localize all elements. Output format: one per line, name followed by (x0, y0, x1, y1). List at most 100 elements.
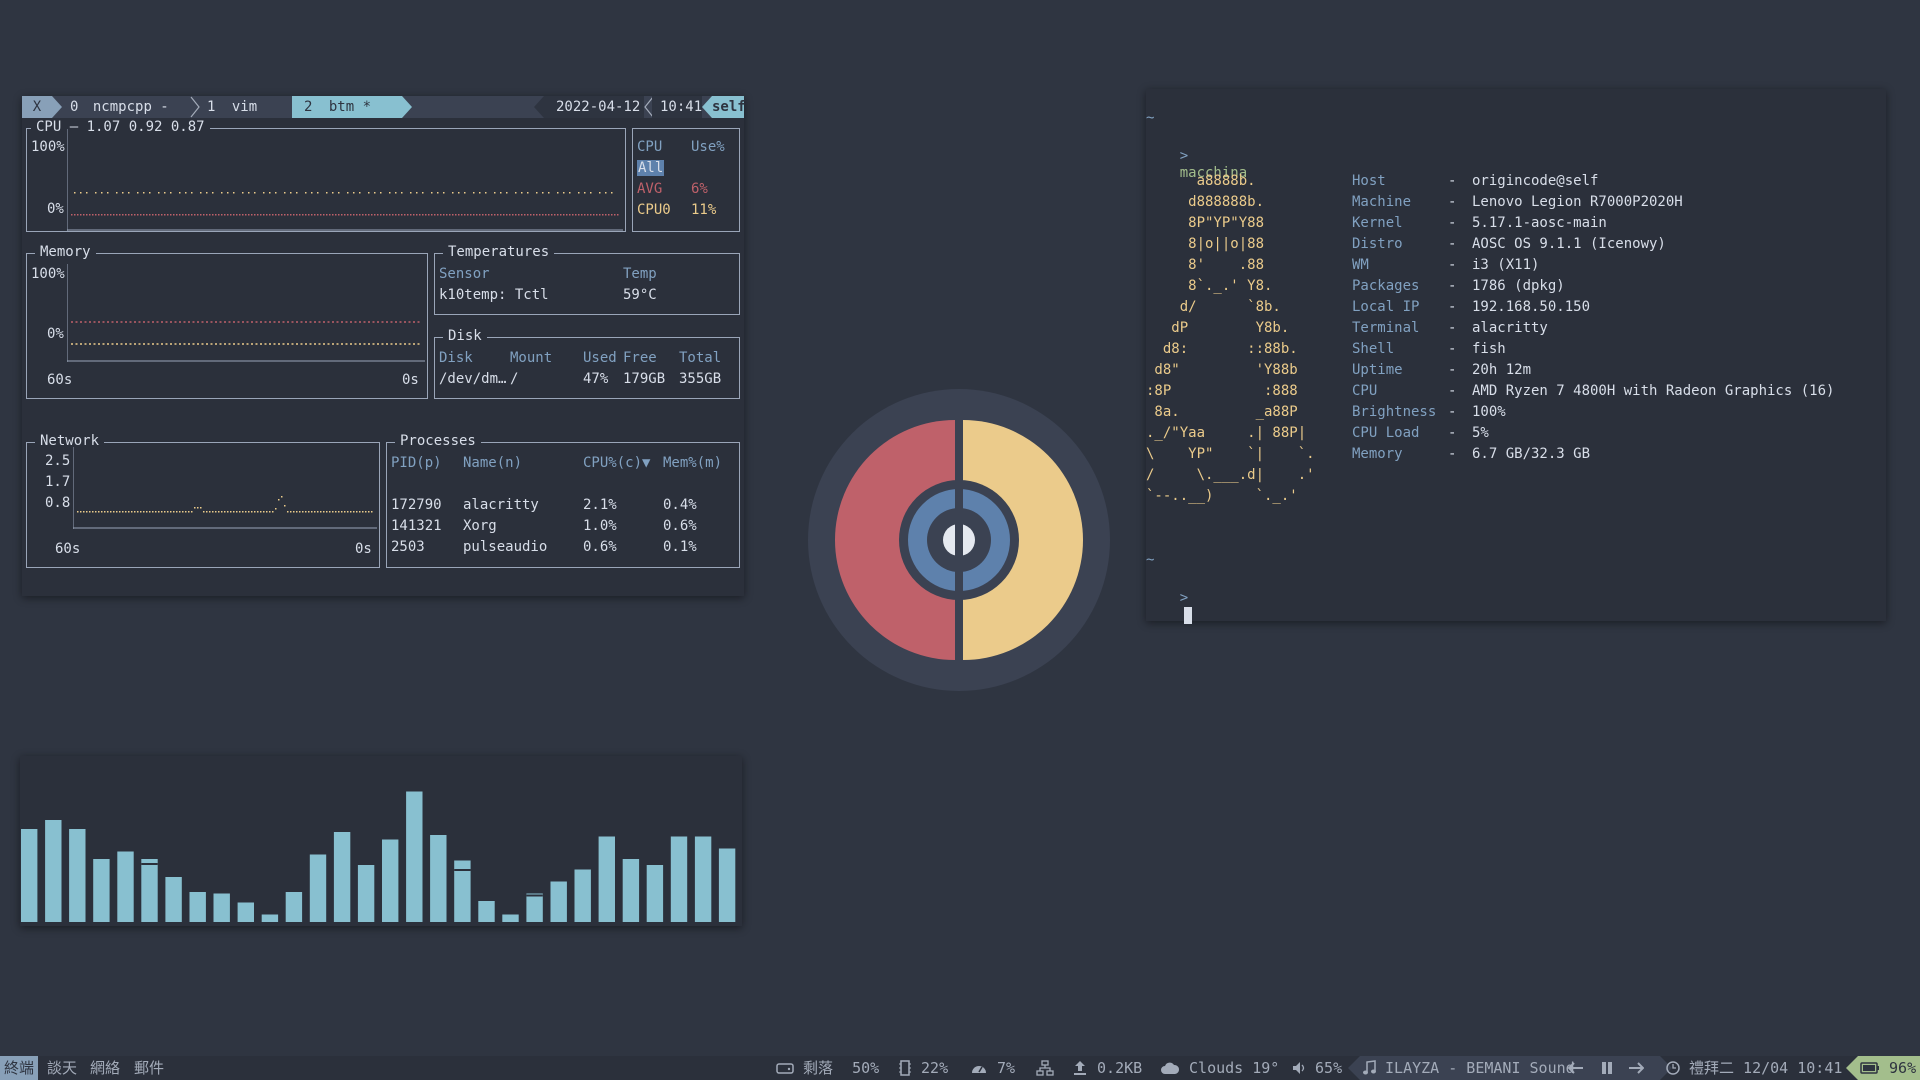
network-dot (179, 511, 181, 513)
cpu-core-dot (569, 192, 571, 194)
next-track-button[interactable] (1628, 1056, 1645, 1080)
network-dot (287, 511, 289, 513)
cpu-avg-dot (449, 214, 451, 216)
cpu-core-dot (206, 192, 208, 194)
volume-icon (1293, 1062, 1305, 1074)
info-separator: - (1448, 446, 1457, 462)
cpu-avg-dot (536, 214, 538, 216)
network-dot (137, 511, 139, 513)
pause-button[interactable] (1600, 1056, 1614, 1080)
network-dot (290, 511, 292, 513)
network-dot (284, 505, 286, 507)
volume-status-value: 65% (1315, 1059, 1343, 1077)
temp-sensor-name: k10temp: Tctl (439, 287, 549, 303)
info-separator: - (1448, 299, 1457, 315)
cpu-y-top-label: 100% (31, 139, 65, 155)
cpu-avg-dot (233, 214, 235, 216)
separator-arrow-icon (1846, 1056, 1858, 1080)
tmux-close-button[interactable]: X (22, 96, 52, 118)
cpu-avg-dot (524, 214, 526, 216)
process-name[interactable]: pulseaudio (463, 539, 547, 555)
cpu-legend-avg[interactable]: AVG (637, 181, 662, 197)
process-header-mem[interactable]: Mem%(m) (663, 455, 722, 471)
clock-value: 禮拜二 12/04 10:41 (1689, 1059, 1843, 1077)
cpu-avg-dot (143, 214, 145, 216)
process-cpu: 2.1% (583, 497, 617, 513)
process-header-pid[interactable]: PID(p) (391, 455, 442, 471)
temp-sensor-value: 59°C (623, 287, 657, 303)
spectrum-bar (285, 892, 303, 922)
workspace-button[interactable]: 談天 (47, 1056, 77, 1080)
audio-visualizer-window[interactable] (20, 756, 742, 926)
processes-panel[interactable]: Processes PID(p) Name(n) CPU%(c)▼ Mem%(m… (386, 433, 740, 568)
previous-track-button[interactable] (1567, 1056, 1584, 1080)
terminal-input-line[interactable]: > (1146, 573, 1192, 641)
cpu-avg-dot (518, 214, 520, 216)
cpu-core-dot (578, 192, 580, 194)
cpu-avg-dot (140, 214, 142, 216)
network-dot (233, 511, 235, 513)
cpu-core-dot (389, 192, 391, 194)
cpu-legend-panel[interactable]: CPU Use% All AVG 6% CPU0 11% (632, 128, 740, 232)
cpu-avg-dot (602, 214, 604, 216)
cpu-avg-dot (83, 214, 85, 216)
volume-status[interactable]: 65% (1292, 1056, 1342, 1080)
process-pid[interactable]: 141321 (391, 518, 442, 534)
process-name[interactable]: alacritty (463, 497, 539, 513)
network-dot (338, 511, 340, 513)
process-pid[interactable]: 2503 (391, 539, 425, 555)
process-pid[interactable]: 172790 (391, 497, 442, 513)
cpu-avg-dot (584, 214, 586, 216)
tmux-window-2-active[interactable]: 2 btm * (292, 96, 402, 118)
battery-value: 96% (1889, 1059, 1917, 1077)
cpu-legend-all[interactable]: All (637, 160, 665, 176)
network-panel[interactable]: Network 2.5 1.7 0.8 60s 0s (26, 433, 380, 568)
tmux-window-0[interactable]: 0 ncmpcpp - (70, 96, 169, 118)
info-value: alacritty (1472, 320, 1548, 336)
temp-header-temp: Temp (623, 266, 657, 282)
cpu-avg-dot (467, 214, 469, 216)
spectrum-bar (526, 893, 543, 922)
cpu-core-dot (479, 192, 481, 194)
cpu-avg-dot (434, 214, 436, 216)
memory-usage-graph (67, 264, 425, 362)
memory-x-left-label: 60s (47, 372, 73, 388)
music-player[interactable]: ILAYZA - BEMANI Sound (1360, 1056, 1660, 1080)
cpu-avg-dot (362, 214, 364, 216)
cpu-core-dot (494, 192, 496, 194)
spectrum-peak (454, 869, 471, 871)
cpu-legend-cpu0[interactable]: CPU0 (637, 202, 671, 218)
cpu-avg-dot (347, 214, 349, 216)
cpu-avg-dot (389, 214, 391, 216)
terminal-window[interactable]: ~ > macchina a8888b. d888888b. 8P"YP"Y88… (1146, 89, 1886, 624)
cpu-avg-dot (491, 214, 493, 216)
process-name[interactable]: Xorg (463, 518, 497, 534)
cpu-core-dot (326, 192, 328, 194)
process-header-name[interactable]: Name(n) (463, 455, 522, 471)
network-dot (182, 511, 184, 513)
cpu-avg-dot (296, 214, 298, 216)
cpu-core-dot (464, 192, 466, 194)
process-header-cpu[interactable]: CPU%(c)▼ (583, 455, 650, 471)
cpu-avg-dot (80, 214, 82, 216)
spectrum-peak (141, 863, 158, 865)
network-dot (368, 511, 370, 513)
workspace-button[interactable]: 郵件 (134, 1056, 164, 1080)
cpu-avg-dot (320, 214, 322, 216)
memory-y-top-label: 100% (31, 266, 65, 282)
ascii-art-line: `--..__) `._.' (1146, 488, 1298, 504)
memory-panel[interactable]: Memory 100% 0% 60s 0s (26, 244, 428, 399)
disk-panel[interactable]: Disk Disk Mount Used Free Total /dev/dm…… (434, 328, 740, 399)
ascii-art-line: 8P"YP"Y88 (1146, 215, 1265, 231)
cpu-graph-panel[interactable]: CPU — 1.07 0.92 0.87 100% 0% (26, 119, 626, 232)
workspace-button[interactable]: 網絡 (90, 1056, 120, 1080)
tmux-window-1[interactable]: 1 vim (207, 96, 257, 118)
cpu-avg-dot (416, 214, 418, 216)
spectrum-bar (694, 836, 712, 922)
workspace-button[interactable]: 終端 (0, 1056, 39, 1080)
spectrum-bar (165, 877, 182, 922)
btm-window[interactable]: X 0 ncmpcpp - 1 vim 2 btm * 2022-04-12 1… (22, 96, 746, 596)
cpu-avg-dot (563, 214, 565, 216)
temperatures-panel[interactable]: Temperatures Sensor Temp k10temp: Tctl 5… (434, 244, 740, 315)
info-key: Packages (1352, 278, 1420, 294)
